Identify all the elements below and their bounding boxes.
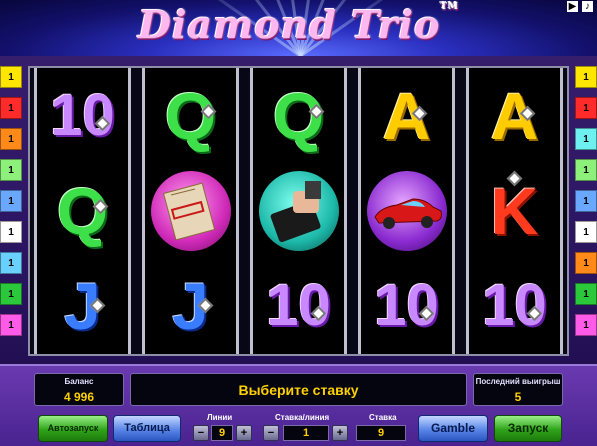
bet-per-line-increase-button[interactable]: + bbox=[332, 425, 348, 441]
symbol-top-secret-folder bbox=[145, 163, 236, 258]
payline-marker-left-1[interactable]: 1 bbox=[0, 66, 22, 88]
payline-marker-left-5[interactable]: 1 bbox=[0, 190, 22, 212]
game-screen: Diamond TrioTM ▶ ♪ 1 1 1 1 1 1 1 1 1 1 1 1 1 1 1 1 1 1 1… bbox=[0, 0, 597, 446]
reel-4: A 10 bbox=[358, 68, 455, 354]
symbol-red-sports-car bbox=[361, 163, 452, 258]
reels-area: 10 Q J Q J Q 10 A 10 A K 10 bbox=[28, 66, 569, 356]
symbol-king: K bbox=[469, 163, 560, 258]
symbol-ace: A bbox=[382, 78, 431, 153]
last-win-value: 5 bbox=[514, 390, 522, 404]
symbol-queen: Q bbox=[272, 78, 325, 153]
balance-label: Баланс bbox=[64, 377, 94, 386]
symbol-ace: A bbox=[490, 78, 539, 153]
payline-marker-right-3[interactable]: 1 bbox=[575, 128, 597, 150]
lines-increase-button[interactable]: + bbox=[236, 425, 252, 441]
payline-marker-left-8[interactable]: 1 bbox=[0, 283, 22, 305]
lines-value: 9 bbox=[211, 425, 233, 441]
bet-per-line-value: 1 bbox=[283, 425, 329, 441]
payline-marker-left-6[interactable]: 1 bbox=[0, 221, 22, 243]
payline-marker-right-8[interactable]: 1 bbox=[575, 283, 597, 305]
symbol-ten: 10 bbox=[374, 272, 439, 338]
reel-2: Q J bbox=[142, 68, 239, 354]
last-win-label: Последний выигрыш bbox=[475, 377, 561, 386]
bet-per-line-label: Ставка/линия bbox=[275, 413, 330, 422]
payline-marker-right-4[interactable]: 1 bbox=[575, 159, 597, 181]
lines-label: Линии bbox=[207, 413, 233, 422]
payline-marker-right-2[interactable]: 1 bbox=[575, 97, 597, 119]
paytable-button[interactable]: Таблица bbox=[113, 415, 181, 442]
symbol-queen: Q bbox=[56, 173, 109, 248]
spin-button[interactable]: Запуск bbox=[494, 415, 562, 442]
symbol-jack: J bbox=[37, 258, 128, 353]
balance-box: Баланс 4 996 bbox=[34, 373, 124, 406]
control-panel: Баланс 4 996 Выберите ставку Последний в… bbox=[0, 364, 597, 446]
payline-marker-left-2[interactable]: 1 bbox=[0, 97, 22, 119]
payline-marker-right-9[interactable]: 1 bbox=[575, 314, 597, 336]
gamble-button[interactable]: Gamble bbox=[418, 415, 488, 442]
reel-5: A K 10 bbox=[466, 68, 563, 354]
bet-per-line-decrease-button[interactable]: − bbox=[263, 425, 279, 441]
payline-marker-left-7[interactable]: 1 bbox=[0, 252, 22, 274]
symbol-ten: 10 bbox=[482, 272, 547, 338]
game-header: Diamond TrioTM ▶ ♪ bbox=[0, 0, 597, 56]
system-icons: ▶ ♪ bbox=[567, 1, 593, 12]
reel-3: Q 10 bbox=[250, 68, 347, 354]
balance-value: 4 996 bbox=[63, 390, 95, 404]
sound-icon[interactable]: ♪ bbox=[582, 1, 593, 12]
payline-marker-left-9[interactable]: 1 bbox=[0, 314, 22, 336]
symbol-ten: 10 bbox=[50, 82, 115, 148]
payline-marker-left-3[interactable]: 1 bbox=[0, 128, 22, 150]
payline-marker-right-5[interactable]: 1 bbox=[575, 190, 597, 212]
last-win-box: Последний выигрыш 5 bbox=[473, 373, 563, 406]
symbol-queen: Q bbox=[164, 78, 217, 153]
game-title: Diamond TrioTM bbox=[0, 2, 597, 47]
trademark: TM bbox=[440, 2, 459, 12]
bet-label: Ставка bbox=[369, 413, 397, 422]
symbol-jack: J bbox=[145, 258, 236, 353]
symbol-spy-briefcase bbox=[253, 163, 344, 258]
autoplay-button[interactable]: Автозапуск bbox=[38, 415, 108, 442]
payline-marker-right-1[interactable]: 1 bbox=[575, 66, 597, 88]
lines-decrease-button[interactable]: − bbox=[193, 425, 209, 441]
status-message: Выберите ставку bbox=[130, 373, 467, 406]
reel-1: 10 Q J bbox=[34, 68, 131, 354]
play-icon[interactable]: ▶ bbox=[567, 1, 578, 12]
game-title-text: Diamond Trio bbox=[138, 2, 441, 47]
payline-marker-left-4[interactable]: 1 bbox=[0, 159, 22, 181]
bet-value: 9 bbox=[356, 425, 406, 441]
payline-marker-right-7[interactable]: 1 bbox=[575, 252, 597, 274]
payline-marker-right-6[interactable]: 1 bbox=[575, 221, 597, 243]
symbol-ten: 10 bbox=[266, 272, 331, 338]
